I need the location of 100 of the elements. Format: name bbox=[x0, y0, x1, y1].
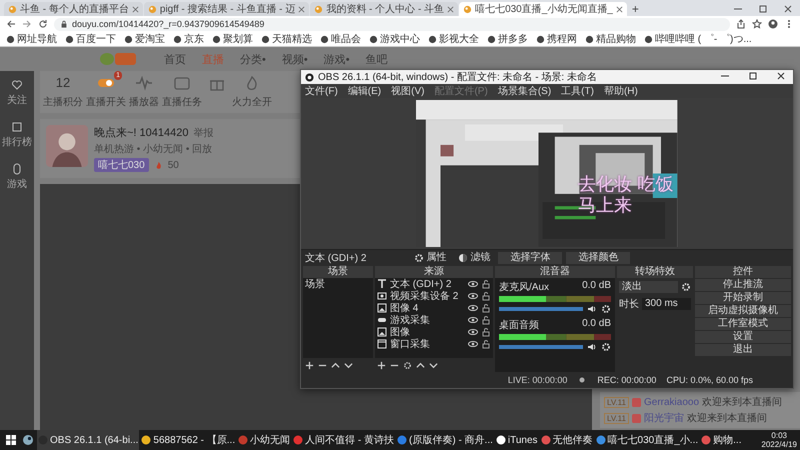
new-tab-button[interactable]: + bbox=[628, 2, 643, 16]
browser-tab[interactable]: pigff - 搜索结果 - 斗鱼直播 - 迈 bbox=[144, 2, 310, 16]
dock-title: 控件 bbox=[695, 266, 791, 278]
source-item[interactable]: 文本 (GDI+) 2 bbox=[375, 278, 493, 290]
taskbar-button[interactable]: iTunes bbox=[494, 430, 539, 450]
eye-icon[interactable] bbox=[468, 291, 478, 301]
forward-icon[interactable] bbox=[22, 19, 32, 29]
volume-slider[interactable] bbox=[499, 345, 583, 349]
source-bar-button[interactable]: 选择颜色 bbox=[566, 252, 630, 264]
steam-icon[interactable] bbox=[22, 434, 34, 446]
lock-icon[interactable] bbox=[481, 339, 491, 349]
speaker-icon[interactable] bbox=[587, 304, 597, 314]
bookmark[interactable]: 网址导航 bbox=[6, 32, 57, 46]
add-icon[interactable] bbox=[377, 360, 386, 370]
control-button[interactable]: 退出 bbox=[695, 344, 791, 356]
speaker-icon[interactable] bbox=[587, 342, 597, 352]
control-button[interactable]: 启动虚拟摄像机 bbox=[695, 305, 791, 317]
bookmark[interactable]: 百度一下 bbox=[65, 32, 116, 46]
taskbar-button[interactable]: 56887562 - 【原... bbox=[140, 430, 236, 450]
source-bar-button[interactable]: 选择字体 bbox=[498, 252, 562, 264]
source-item[interactable]: 游戏采集 bbox=[375, 314, 493, 326]
close-icon[interactable] bbox=[616, 6, 623, 12]
bookmark[interactable]: 京东 bbox=[173, 32, 204, 46]
eye-icon[interactable] bbox=[468, 339, 478, 349]
browser-tab[interactable]: 我的资料 - 个人中心 - 斗鱼 bbox=[310, 2, 458, 16]
source-item[interactable]: 图像 bbox=[375, 326, 493, 338]
bookmark[interactable]: 哔哩哔哩 ( ゜- ゜)つ... bbox=[644, 32, 752, 46]
down-icon[interactable] bbox=[429, 360, 438, 370]
lock-icon[interactable] bbox=[481, 327, 491, 337]
taskbar-button[interactable]: 小幼无闻 bbox=[237, 430, 292, 450]
down-icon[interactable] bbox=[344, 360, 353, 370]
taskbar-button[interactable]: OBS 26.1.1 (64-bi... bbox=[37, 430, 140, 450]
close-icon[interactable] bbox=[776, 71, 786, 81]
bookmark[interactable]: 游戏中心 bbox=[369, 32, 420, 46]
volume-slider[interactable] bbox=[499, 307, 583, 311]
bookmark[interactable]: 爱淘宝 bbox=[124, 32, 165, 46]
source-item[interactable]: 图像 4 bbox=[375, 302, 493, 314]
sidebar-item[interactable]: 游戏 bbox=[7, 163, 27, 191]
bookmark[interactable]: 携程网 bbox=[536, 32, 577, 46]
taskbar-button[interactable]: 购物... bbox=[700, 430, 742, 450]
menu-item[interactable]: 编辑(E) bbox=[348, 84, 382, 98]
control-button[interactable]: 设置 bbox=[695, 331, 791, 343]
eye-icon[interactable] bbox=[468, 327, 478, 337]
control-button[interactable]: 停止推流 bbox=[695, 279, 791, 291]
bookmark[interactable]: 唯品会 bbox=[320, 32, 361, 46]
menu-item[interactable]: 视图(V) bbox=[391, 84, 424, 98]
back-icon[interactable] bbox=[6, 19, 16, 29]
windows-logo-icon[interactable] bbox=[5, 434, 17, 446]
bookmark[interactable]: 聚划算 bbox=[212, 32, 253, 46]
close-icon[interactable] bbox=[783, 4, 793, 14]
up-icon[interactable] bbox=[416, 360, 425, 370]
gear-icon[interactable] bbox=[601, 342, 611, 352]
transition-dropdown[interactable]: 淡出 bbox=[619, 281, 678, 293]
sidebar-item[interactable]: 排行榜 bbox=[2, 121, 32, 149]
source-item[interactable]: 视频采集设备 2 bbox=[375, 290, 493, 302]
lock-icon[interactable] bbox=[481, 291, 491, 301]
eye-icon[interactable] bbox=[468, 315, 478, 325]
tab-title: 我的资料 - 个人中心 - 斗鱼 bbox=[326, 2, 444, 16]
reload-icon[interactable] bbox=[38, 19, 48, 29]
bookmark[interactable]: 精品购物 bbox=[585, 32, 636, 46]
profile-icon[interactable] bbox=[768, 19, 778, 29]
up-icon[interactable] bbox=[331, 360, 340, 370]
taskbar-button[interactable]: 人间不值得 - 黄诗扶 bbox=[292, 430, 395, 450]
maximize-icon[interactable] bbox=[758, 4, 768, 14]
taskbar-button[interactable]: 无他伴奏 bbox=[540, 430, 594, 450]
eye-icon[interactable] bbox=[468, 303, 478, 313]
tab-title: pigff - 搜索结果 - 斗鱼直播 - 迈 bbox=[160, 2, 296, 16]
clock[interactable]: 0:03 2022/4/19 bbox=[758, 431, 800, 449]
gear-icon[interactable] bbox=[601, 304, 611, 314]
menu-item[interactable]: 帮助(H) bbox=[604, 84, 638, 98]
lock-icon[interactable] bbox=[481, 303, 491, 313]
control-button[interactable]: 开始录制 bbox=[695, 292, 791, 304]
sidebar-item[interactable]: 关注 bbox=[7, 79, 27, 107]
settings-icon[interactable] bbox=[403, 360, 412, 370]
source-bar-button[interactable]: 属性 bbox=[410, 252, 450, 264]
control-button[interactable]: 工作室模式 bbox=[695, 318, 791, 330]
lock-icon[interactable] bbox=[481, 279, 491, 289]
taskbar-button[interactable]: 嘻七七030直播_小... bbox=[594, 430, 700, 450]
duration-field[interactable]: 300 ms bbox=[642, 298, 691, 310]
lock-icon[interactable] bbox=[481, 315, 491, 325]
star-icon[interactable] bbox=[752, 19, 762, 29]
gear-icon[interactable] bbox=[681, 282, 691, 292]
browser-tab[interactable]: 嘻七七030直播_小幼无闻直播_ bbox=[459, 2, 627, 16]
menu-item[interactable]: 工具(T) bbox=[561, 84, 594, 98]
app-icon bbox=[540, 435, 551, 445]
bookmark[interactable]: 拼多多 bbox=[487, 32, 528, 46]
address-field[interactable]: douyu.com/10414420?_r=0.9437909614549489 bbox=[54, 18, 730, 30]
bookmark[interactable]: 影视大全 bbox=[428, 32, 479, 46]
maximize-icon[interactable] bbox=[748, 71, 758, 81]
source-bar-button[interactable]: 滤镜 bbox=[454, 252, 494, 264]
source-item[interactable]: 窗口采集 bbox=[375, 338, 493, 350]
browser-tab[interactable]: 斗鱼 - 每个人的直播平台 bbox=[4, 2, 143, 16]
scene-item[interactable]: 场景 bbox=[303, 278, 373, 290]
share-icon[interactable] bbox=[736, 19, 746, 29]
menu-item[interactable]: 文件(F) bbox=[305, 84, 338, 98]
taskbar-button[interactable]: (原版伴奏) - 商舟... bbox=[396, 430, 494, 450]
menu-item[interactable]: 场景集合(S) bbox=[498, 84, 552, 98]
add-icon[interactable] bbox=[305, 360, 314, 370]
eye-icon[interactable] bbox=[468, 279, 478, 289]
bookmark[interactable]: 天猫精选 bbox=[261, 32, 312, 46]
